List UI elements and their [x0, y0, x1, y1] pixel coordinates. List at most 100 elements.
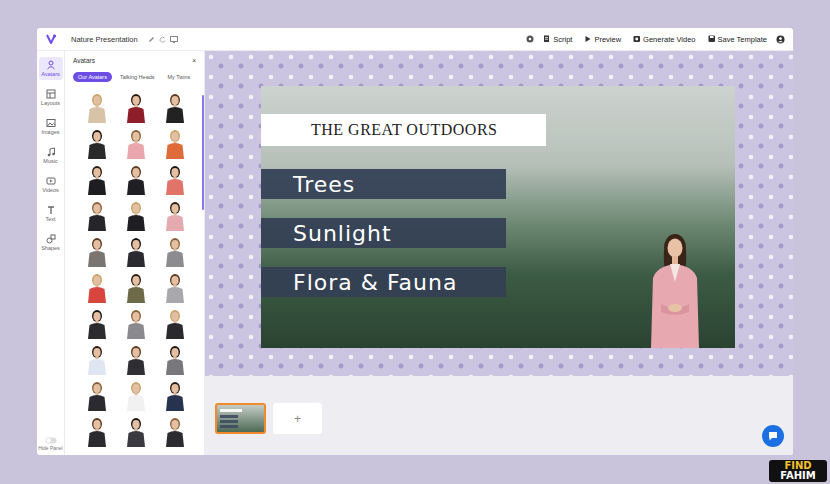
- avatar-thumbnail[interactable]: [162, 344, 188, 375]
- watermark-text: FAHIM: [780, 471, 815, 481]
- slide-bullet[interactable]: Flora & Fauna: [261, 267, 506, 297]
- pencil-icon: [148, 36, 155, 43]
- shapes-icon: [46, 234, 56, 244]
- avatar-thumbnail[interactable]: [162, 236, 188, 267]
- user-icon: [776, 35, 785, 44]
- slide-bullet[interactable]: Trees: [261, 169, 506, 199]
- save-icon: [708, 35, 716, 43]
- rail-item[interactable]: Videos: [39, 173, 63, 196]
- music-icon: [46, 147, 56, 157]
- avatar-thumbnail[interactable]: [123, 164, 149, 195]
- video-icon: [633, 35, 641, 43]
- slide-bullet[interactable]: Sunlight: [261, 218, 506, 248]
- avatar-thumbnail[interactable]: [162, 200, 188, 231]
- avatar-thumbnail[interactable]: [162, 128, 188, 159]
- avatar-thumbnail[interactable]: [84, 164, 110, 195]
- avatar-thumbnail[interactable]: [162, 380, 188, 411]
- avatar-thumbnail[interactable]: [123, 200, 149, 231]
- avatar-icon: [46, 60, 56, 70]
- rail-label: Text: [45, 216, 55, 222]
- avatar-thumbnail[interactable]: [162, 416, 188, 447]
- avatar-thumbnail[interactable]: [84, 272, 110, 303]
- avatar-tabs: Our AvatarsTalking HeadsMy Twins: [65, 64, 204, 88]
- monitor-icon: [170, 36, 178, 43]
- avatar-thumbnail[interactable]: [162, 92, 188, 123]
- toggle-icon: [45, 437, 57, 444]
- thumbnail-bar: [220, 420, 238, 423]
- avatar-thumbnail[interactable]: [162, 308, 188, 339]
- toolbar-button[interactable]: Script: [540, 33, 575, 46]
- avatar-thumbnail[interactable]: [84, 344, 110, 375]
- rail-label: Images: [41, 129, 59, 135]
- avatar-thumbnail[interactable]: [84, 308, 110, 339]
- avatar-thumbnail[interactable]: [84, 92, 110, 123]
- toolbar-button[interactable]: Save Template: [705, 33, 770, 46]
- avatar-grid: [65, 88, 204, 447]
- avatar-thumbnail[interactable]: [123, 236, 149, 267]
- rail-item[interactable]: Text: [39, 202, 63, 225]
- toolbar-button[interactable]: Generate Video: [630, 33, 698, 46]
- project-title[interactable]: Nature Presentation: [71, 35, 138, 44]
- rail-label: Avatars: [41, 71, 60, 77]
- chat-icon: [767, 430, 779, 442]
- toolbar-button-label: Preview: [594, 35, 621, 44]
- text-icon: [46, 205, 56, 215]
- rail-item[interactable]: Music: [39, 144, 63, 167]
- editor-main: THE GREAT OUTDOORS Trees Sunlight Flora & F…: [205, 51, 793, 455]
- avatar-thumbnail[interactable]: [84, 236, 110, 267]
- add-slide-button[interactable]: +: [273, 403, 322, 434]
- slide-canvas[interactable]: THE GREAT OUTDOORS Trees Sunlight Flora & F…: [261, 86, 735, 348]
- help-icon: [526, 35, 534, 43]
- toolbar-button-label: Script: [553, 35, 572, 44]
- panel-header: Avatars ×: [65, 51, 204, 64]
- image-icon: [46, 118, 56, 128]
- avatars-panel: Avatars×Our AvatarsTalking HeadsMy Twins: [65, 51, 205, 455]
- avatar-tab[interactable]: My Twins: [163, 72, 196, 82]
- avatar-tab[interactable]: Talking Heads: [115, 72, 160, 82]
- rail-item[interactable]: Avatars: [39, 57, 63, 80]
- panel-title: Avatars: [73, 57, 95, 64]
- avatar-thumbnail[interactable]: [123, 380, 149, 411]
- scrollbar[interactable]: [202, 95, 204, 210]
- rail-label: Music: [43, 158, 57, 164]
- slide-strip: +: [205, 376, 793, 455]
- avatar-thumbnail[interactable]: [123, 92, 149, 123]
- rail-label: Layouts: [41, 100, 60, 106]
- avatar-thumbnail[interactable]: [84, 380, 110, 411]
- avatar-thumbnail[interactable]: [84, 416, 110, 447]
- toolbar-button-label: Generate Video: [643, 35, 695, 44]
- hide-panel-label: Hide Panel: [38, 445, 62, 451]
- rail-item[interactable]: Shapes: [39, 231, 63, 254]
- rail-item[interactable]: Layouts: [39, 86, 63, 109]
- avatar-thumbnail[interactable]: [123, 344, 149, 375]
- avatar-thumbnail[interactable]: [123, 416, 149, 447]
- rail-item[interactable]: Images: [39, 115, 63, 138]
- thumbnail-bar: [220, 409, 242, 412]
- avatar-thumbnail[interactable]: [84, 128, 110, 159]
- avatar-thumbnail[interactable]: [162, 272, 188, 303]
- avatar-thumbnail[interactable]: [162, 164, 188, 195]
- side-rail: Avatars Layouts Images Music Videos Text Shape…: [37, 51, 65, 455]
- avatar-tab[interactable]: Our Avatars: [73, 72, 112, 82]
- presenter-avatar: [643, 230, 707, 348]
- close-button[interactable]: ×: [192, 57, 196, 64]
- slide-thumbnail[interactable]: [215, 403, 266, 434]
- avatar-thumbnail[interactable]: [123, 128, 149, 159]
- video-icon: [46, 176, 56, 186]
- hide-panel-button[interactable]: Hide Panel: [38, 437, 62, 451]
- avatar-thumbnail[interactable]: [84, 200, 110, 231]
- toolbar-button[interactable]: Preview: [581, 33, 624, 46]
- rail-label: Shapes: [41, 245, 60, 251]
- logo-icon: [45, 33, 57, 45]
- chat-button[interactable]: [762, 425, 784, 447]
- thumbnail-bar: [220, 415, 238, 418]
- slide-stage: THE GREAT OUTDOORS Trees Sunlight Flora & F…: [205, 51, 793, 376]
- avatar-thumbnail[interactable]: [123, 308, 149, 339]
- slide-title[interactable]: THE GREAT OUTDOORS: [261, 114, 546, 146]
- script-icon: [543, 35, 551, 43]
- app-window: Nature Presentation Script Preview Generate…: [37, 28, 793, 455]
- undo-icon: [159, 36, 166, 43]
- toolbar-button-label: Save Template: [718, 35, 767, 44]
- avatar-thumbnail[interactable]: [123, 272, 149, 303]
- title-tools: [148, 36, 178, 43]
